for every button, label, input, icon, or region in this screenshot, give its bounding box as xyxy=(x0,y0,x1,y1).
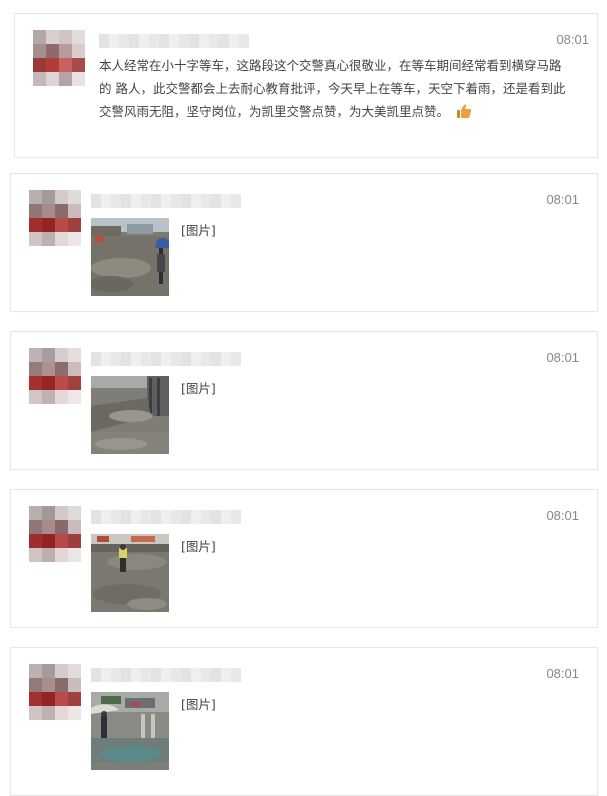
sender-name-blurred xyxy=(91,352,241,366)
message-time: 08:01 xyxy=(546,508,579,523)
photo-thumbnail[interactable] xyxy=(91,218,169,296)
avatar-pixelated-image xyxy=(29,190,81,246)
message-card-4[interactable]: 08:01 [图片] xyxy=(10,489,598,628)
message-time: 08:01 xyxy=(546,192,579,207)
message-card-1[interactable]: 08:01 本人经常在小十字等车，这路段这个交警真心很敬业，在等车期间经常看到横… xyxy=(14,13,598,158)
avatar[interactable] xyxy=(33,30,85,86)
street-photo-image xyxy=(91,218,169,296)
street-photo-image xyxy=(91,692,169,770)
message-text: 本人经常在小十字等车，这路段这个交警真心很敬业，在等车期间经常看到横穿马路的 路… xyxy=(99,58,566,119)
avatar[interactable] xyxy=(29,190,81,246)
image-placeholder-label: [图片] xyxy=(181,223,216,238)
street-photo-image xyxy=(91,376,169,454)
avatar[interactable] xyxy=(29,348,81,404)
sender-name-blurred xyxy=(91,194,241,208)
image-placeholder-label: [图片] xyxy=(181,539,216,554)
message-time: 08:01 xyxy=(546,666,579,681)
photo-thumbnail[interactable] xyxy=(91,534,169,612)
avatar[interactable] xyxy=(29,506,81,562)
avatar[interactable] xyxy=(29,664,81,720)
image-placeholder-label: [图片] xyxy=(181,697,216,712)
message-time: 08:01 xyxy=(546,350,579,365)
avatar-pixelated-image xyxy=(29,506,81,562)
image-placeholder-label: [图片] xyxy=(181,381,216,396)
street-photo-image xyxy=(91,534,169,612)
message-card-2[interactable]: 08:01 [图片] xyxy=(10,173,598,312)
message-card-5[interactable]: 08:01 [图片] xyxy=(10,647,598,796)
thumbs-up-icon xyxy=(456,103,472,119)
sender-name-blurred xyxy=(91,668,241,682)
sender-name-blurred xyxy=(99,34,249,48)
photo-thumbnail[interactable] xyxy=(91,376,169,454)
sender-name-blurred xyxy=(91,510,241,524)
photo-thumbnail[interactable] xyxy=(91,692,169,770)
avatar-pixelated-image xyxy=(29,348,81,404)
message-card-3[interactable]: 08:01 [图片] xyxy=(10,331,598,470)
message-text-container: 本人经常在小十字等车，这路段这个交警真心很敬业，在等车期间经常看到横穿马路的 路… xyxy=(99,54,569,123)
avatar-pixelated-image xyxy=(33,30,85,86)
message-time: 08:01 xyxy=(556,32,589,47)
avatar-pixelated-image xyxy=(29,664,81,720)
